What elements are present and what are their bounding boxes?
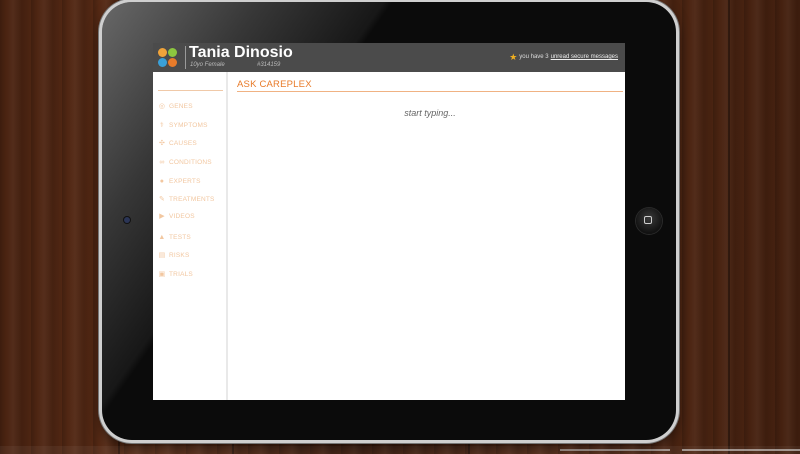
unread-messages-link[interactable]: unread secure messages [551,54,618,60]
title-divider [237,91,623,92]
sidebar-item-label: EXPERTS [169,178,201,185]
sidebar-item-risks[interactable]: ▤ RISKS [158,252,190,259]
main-panel: ASK CAREPLEX [228,72,625,400]
patient-id: #314159 [257,62,281,68]
sidebar-item-causes[interactable]: ✣ CAUSES [158,140,197,147]
home-square-icon [644,216,652,224]
causes-icon: ✣ [158,140,166,147]
symptoms-icon: ⚕ [160,122,164,129]
gene-icon: ◎ [158,103,166,110]
app-logo [158,48,180,68]
patient-name: Tania Dinosio [189,44,293,61]
page-title: ASK CAREPLEX [237,79,312,90]
sidebar-item-experts[interactable]: ● EXPERTS [158,178,201,185]
sidebar-item-label: GENES [169,103,193,110]
home-button[interactable] [636,208,662,234]
sidebar-item-symptoms[interactable]: ⚕ SYMPTOMS [158,122,208,129]
sidebar-item-tests[interactable]: ▲ TESTS [158,234,191,241]
sidebar-item-conditions[interactable]: ∞ CONDITIONS [158,159,212,166]
sidebar-item-label: RISKS [169,252,190,259]
header-divider [185,46,186,69]
tests-icon: ▲ [158,234,166,241]
patient-demographics: 10yo Female [190,62,225,68]
treatments-icon: ✎ [158,196,166,203]
message-notice: ★ you have 3 unread secure messages [509,52,618,62]
trials-icon: ▣ [158,271,166,278]
video-icon: ▶ [159,213,165,220]
sidebar-item-label: SYMPTOMS [169,122,208,129]
camera-icon [124,217,130,223]
search-input[interactable] [343,105,517,121]
app-screen: Tania Dinosio 10yo Female #314159 ★ you … [153,43,625,400]
risks-icon: ▤ [158,252,166,259]
sidebar-item-genes[interactable]: ◎ GENES [158,103,193,110]
sidebar-item-label: TRIALS [169,271,193,278]
tablet-frame: Tania Dinosio 10yo Female #314159 ★ you … [102,2,676,440]
sidebar-item-label: VIDEOS [169,213,195,220]
bottom-strip [0,446,800,454]
sidebar-item-label: TESTS [169,234,191,241]
experts-icon: ● [159,178,165,185]
app-header: Tania Dinosio 10yo Female #314159 ★ you … [153,43,625,72]
star-icon: ★ [509,52,518,62]
sidebar: ◎ GENES ⚕ SYMPTOMS ✣ CAUSES ∞ CONDITIONS… [153,72,228,400]
conditions-icon: ∞ [159,159,165,166]
sidebar-divider [158,90,223,91]
message-prefix: you have 3 [519,54,549,60]
sidebar-item-treatments[interactable]: ✎ TREATMENTS [158,196,215,203]
sidebar-item-label: TREATMENTS [169,196,215,203]
sidebar-item-label: CONDITIONS [169,159,212,166]
sidebar-item-trials[interactable]: ▣ TRIALS [158,271,193,278]
plank-seam [728,0,730,454]
sidebar-item-videos[interactable]: ▶ VIDEOS [158,213,195,220]
sidebar-item-label: CAUSES [169,140,197,147]
